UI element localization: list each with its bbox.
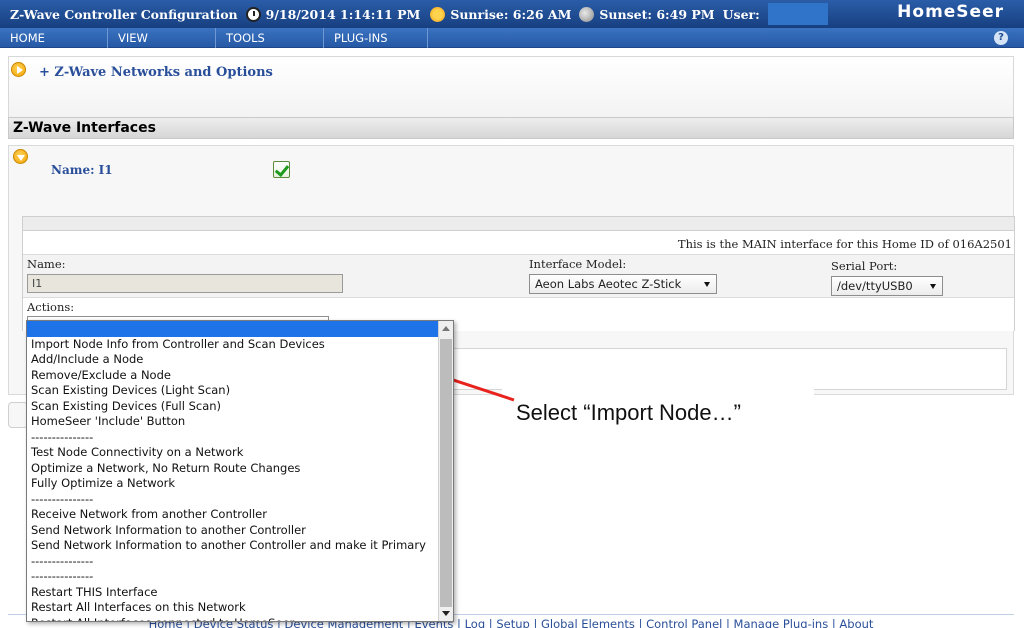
dropdown-option[interactable]: Remove/Exclude a Node [27,368,453,384]
dropdown-option[interactable]: Receive Network from another Controller [27,507,453,523]
dropdown-option[interactable]: Send Network Information to another Cont… [27,538,453,554]
dropdown-option[interactable]: Send Network Information to another Cont… [27,523,453,539]
dropdown-option[interactable]: HomeSeer 'Include' Button [27,414,453,430]
dropdown-option[interactable]: Restart THIS Interface [27,585,453,601]
dropdown-option-selected[interactable] [27,321,453,337]
dropdown-scrollbar[interactable] [438,321,453,621]
dropdown-option[interactable]: Scan Existing Devices (Full Scan) [27,399,453,415]
dropdown-option[interactable]: Add/Include a Node [27,352,453,368]
dropdown-option[interactable]: --------------- [27,569,453,585]
dropdown-option[interactable]: Restart All Interfaces connected to Home… [27,616,453,622]
dropdown-option[interactable]: Optimize a Network, No Return Route Chan… [27,461,453,477]
dropdown-option[interactable]: Test Node Connectivity on a Network [27,445,453,461]
dropdown-option[interactable]: --------------- [27,492,453,508]
actions-dropdown-list: Import Node Info from Controller and Sca… [26,320,454,622]
dropdown-option[interactable]: Scan Existing Devices (Light Scan) [27,383,453,399]
dropdown-option[interactable]: --------------- [27,554,453,570]
dropdown-option[interactable]: Restart All Interfaces on this Network [27,600,453,616]
scroll-up-icon[interactable] [442,326,450,331]
scroll-thumb[interactable] [440,339,452,607]
dropdown-option[interactable]: --------------- [27,430,453,446]
scroll-down-icon[interactable] [442,611,450,616]
dropdown-option[interactable]: Fully Optimize a Network [27,476,453,492]
dropdown-option[interactable]: Import Node Info from Controller and Sca… [27,337,453,353]
